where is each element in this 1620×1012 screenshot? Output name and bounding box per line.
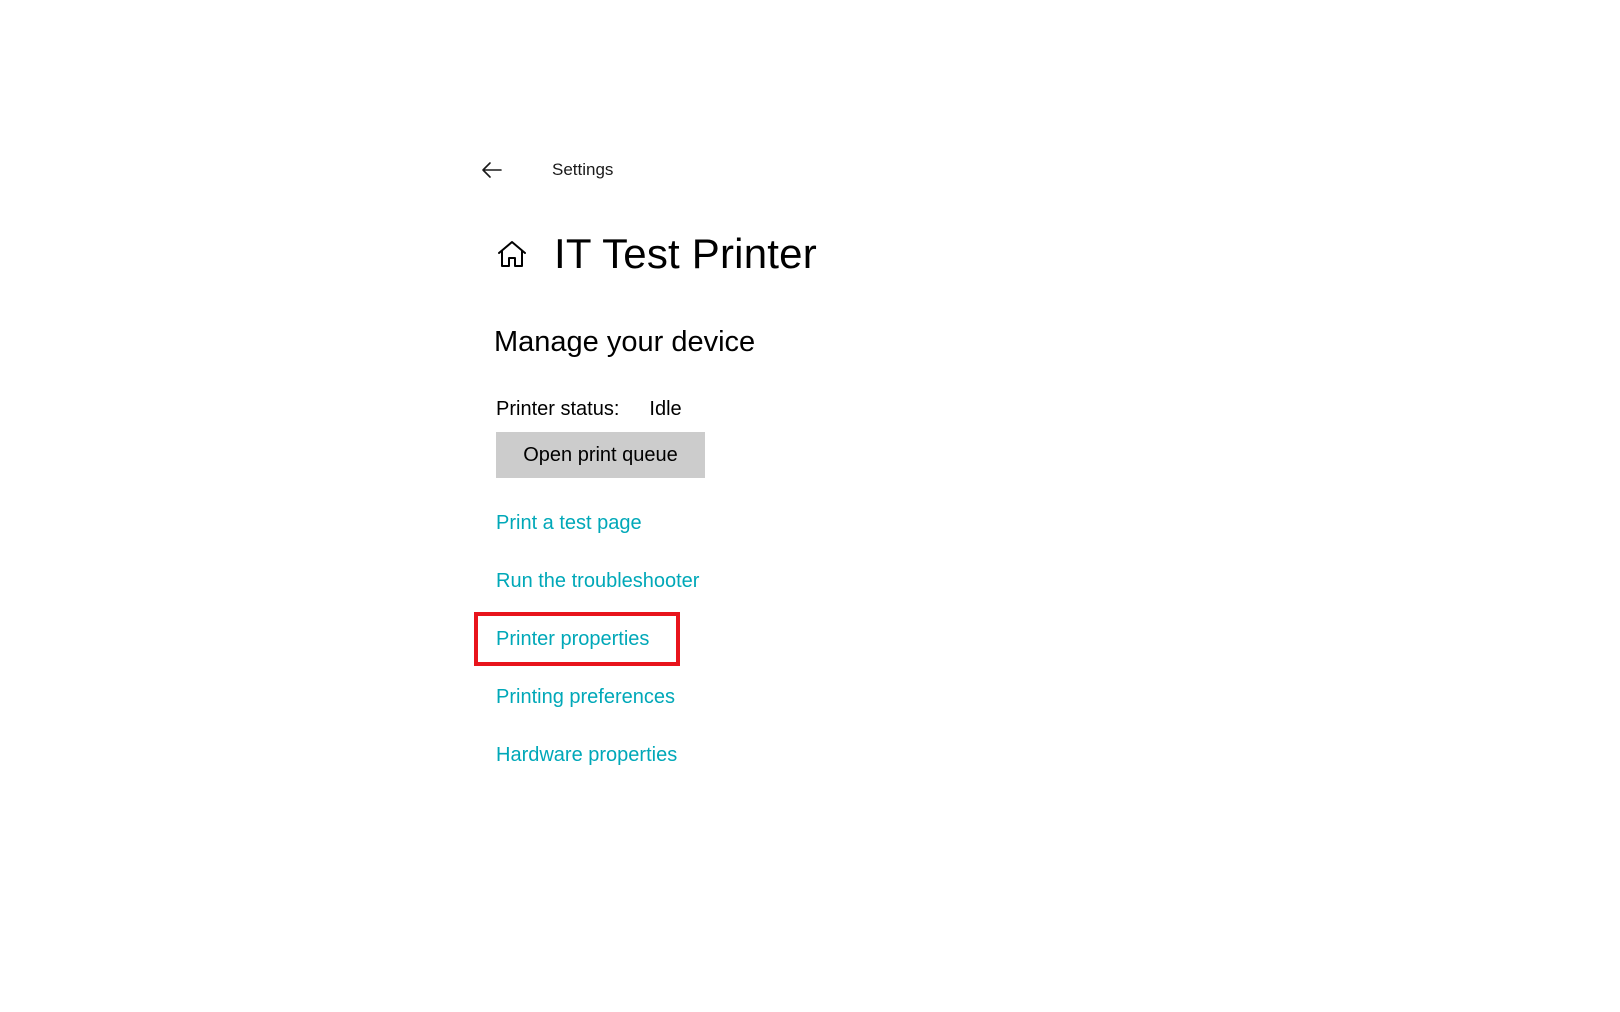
printer-status-label: Printer status: <box>496 398 620 420</box>
arrow-left-icon <box>482 162 502 178</box>
device-links: Print a test page Run the troubleshooter… <box>496 508 699 798</box>
app-title: Settings <box>552 160 614 179</box>
page-header: IT Test Printer <box>494 226 817 282</box>
open-print-queue-button[interactable]: Open print queue <box>496 432 705 478</box>
hardware-properties-link[interactable]: Hardware properties <box>496 740 699 798</box>
printer-status: Printer status: Idle <box>496 398 682 421</box>
title-bar: Settings <box>480 148 613 192</box>
home-icon <box>498 241 526 267</box>
printer-status-value: Idle <box>649 398 682 420</box>
run-troubleshooter-link[interactable]: Run the troubleshooter <box>496 566 699 624</box>
print-test-page-link[interactable]: Print a test page <box>496 508 699 566</box>
section-title: Manage your device <box>494 326 756 358</box>
home-button[interactable] <box>494 236 530 272</box>
printing-preferences-link[interactable]: Printing preferences <box>496 682 699 740</box>
settings-window: Settings IT Test Printer Manage your dev… <box>0 0 1620 1012</box>
printer-properties-link[interactable]: Printer properties <box>496 624 699 682</box>
back-button[interactable] <box>472 150 512 190</box>
page-title: IT Test Printer <box>554 230 817 277</box>
